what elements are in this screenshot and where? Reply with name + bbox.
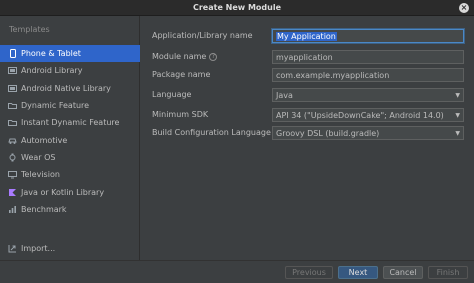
chevron-down-icon: ▼: [455, 112, 460, 119]
language-select[interactable]: Java ▼: [272, 88, 464, 102]
module-name-label: Module name: [152, 52, 207, 61]
module-name-input[interactable]: myapplication: [272, 50, 464, 64]
app-name-row: Application/Library name My Application: [141, 29, 474, 43]
help-icon[interactable]: ?: [209, 52, 218, 61]
create-module-dialog: Create New Module × Templates Phone & Ta…: [0, 0, 474, 283]
sidebar-item-television[interactable]: Television: [0, 166, 140, 183]
sidebar-item-label: Java or Kotlin Library: [21, 187, 105, 197]
module-name-row: Module name? myapplication: [141, 50, 474, 64]
templates-heading: Templates: [9, 25, 50, 34]
package-name-row: Package name com.example.myapplication: [141, 68, 474, 82]
cancel-button[interactable]: Cancel: [383, 266, 423, 279]
sidebar-item-dynamic-feature[interactable]: Dynamic Feature: [0, 97, 140, 114]
app-name-input[interactable]: My Application: [272, 29, 464, 43]
sidebar-item-instant-dynamic-feature[interactable]: Instant Dynamic Feature: [0, 114, 140, 131]
app-name-label: Application/Library name: [152, 31, 253, 40]
language-label: Language: [152, 90, 192, 99]
next-button[interactable]: Next: [338, 266, 378, 279]
sidebar-item-android-native-library[interactable]: Android Native Library: [0, 80, 140, 97]
sidebar-item-label: Android Library: [21, 66, 83, 76]
min-sdk-row: Minimum SDK API 34 ("UpsideDownCake"; An…: [141, 108, 474, 122]
sidebar-item-wear-os[interactable]: Wear OS: [0, 149, 140, 166]
phone-icon: [8, 49, 17, 59]
package-name-input[interactable]: com.example.myapplication: [272, 68, 464, 82]
sidebar-item-label: Benchmark: [21, 204, 67, 214]
build-config-label: Build Configuration Language: [152, 128, 271, 137]
sidebar-item-automotive[interactable]: Automotive: [0, 131, 140, 148]
finish-button[interactable]: Finish: [428, 266, 468, 279]
sidebar-item-label: Wear OS: [21, 152, 56, 162]
chevron-down-icon: ▼: [455, 130, 460, 137]
build-config-select[interactable]: Groovy DSL (build.gradle) ▼: [272, 126, 464, 140]
window-title: Create New Module: [192, 3, 282, 12]
close-icon[interactable]: ×: [459, 3, 469, 13]
kotlin-icon: [8, 188, 17, 197]
chevron-down-icon: ▼: [455, 92, 460, 99]
module-name-label-wrap: Module name?: [152, 52, 218, 61]
tv-icon: [8, 170, 17, 179]
library-icon: [8, 84, 17, 93]
sidebar-item-android-library[interactable]: Android Library: [0, 62, 140, 79]
folder-icon: [8, 101, 17, 110]
sidebar-item-java-kotlin-library[interactable]: Java or Kotlin Library: [0, 183, 140, 200]
sidebar-item-phone-tablet[interactable]: Phone & Tablet: [0, 45, 140, 63]
sidebar-item-label: Television: [21, 170, 60, 180]
build-config-value: Groovy DSL (build.gradle): [276, 129, 380, 138]
import-icon: [8, 244, 17, 253]
import-button[interactable]: Import...: [8, 244, 55, 253]
sidebar-item-label: Android Native Library: [21, 83, 111, 93]
dialog-footer: Previous Next Cancel Finish: [0, 260, 474, 283]
min-sdk-select[interactable]: API 34 ("UpsideDownCake"; Android 14.0) …: [272, 108, 464, 122]
min-sdk-value: API 34 ("UpsideDownCake"; Android 14.0): [276, 111, 444, 120]
folder-icon: [8, 118, 17, 127]
car-icon: [8, 136, 17, 145]
previous-button[interactable]: Previous: [285, 266, 333, 279]
build-config-row: Build Configuration Language Groovy DSL …: [141, 126, 474, 140]
app-name-value: My Application: [276, 32, 337, 41]
language-value: Java: [276, 91, 293, 100]
templates-sidebar: Templates Phone & Tablet Android Library…: [0, 16, 140, 260]
sidebar-item-label: Automotive: [21, 135, 68, 145]
library-icon: [8, 66, 17, 75]
language-row: Language Java ▼: [141, 88, 474, 102]
sidebar-item-benchmark[interactable]: Benchmark: [0, 201, 140, 218]
sidebar-item-label: Phone & Tablet: [21, 49, 81, 59]
package-name-label: Package name: [152, 70, 211, 79]
min-sdk-label: Minimum SDK: [152, 110, 209, 119]
sidebar-item-label: Instant Dynamic Feature: [21, 118, 120, 128]
chart-icon: [8, 205, 17, 214]
watch-icon: [8, 153, 17, 162]
module-form: Application/Library name My Application …: [141, 16, 474, 260]
sidebar-item-label: Dynamic Feature: [21, 101, 90, 111]
import-label: Import...: [21, 244, 56, 253]
title-bar: Create New Module ×: [0, 0, 474, 16]
